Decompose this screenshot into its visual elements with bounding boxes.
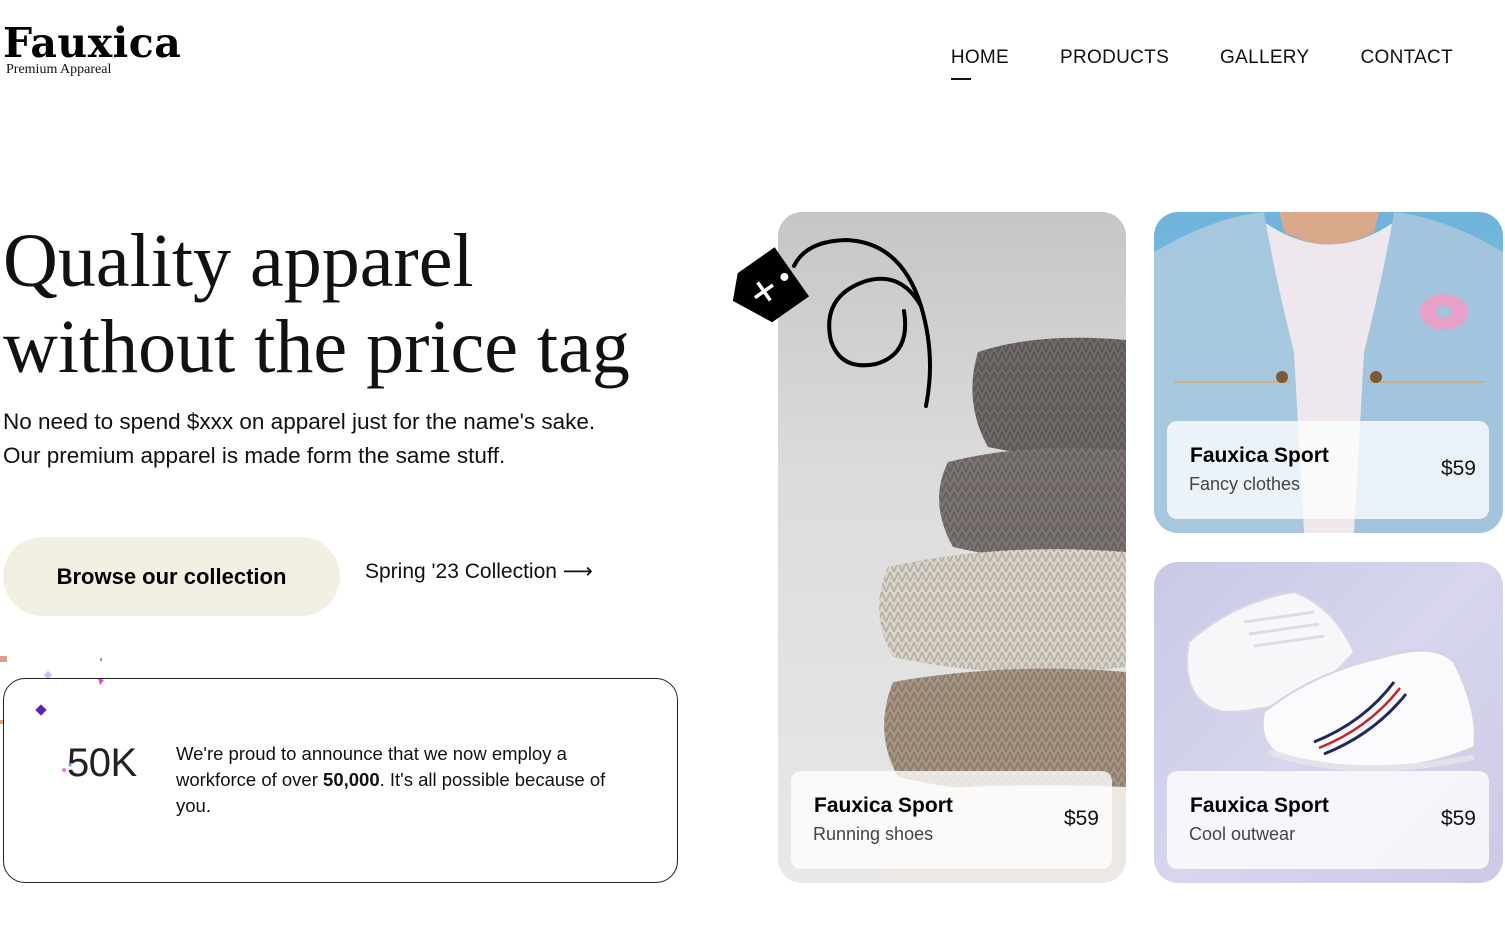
product-info-panel: Fauxica Sport Fancy clothes $59 [1167,421,1489,519]
nav-item-gallery[interactable]: GALLERY [1220,47,1309,69]
price-tag-icon [732,237,932,408]
product-card-cool-outwear[interactable]: Fauxica Sport Cool outwear $59 [1154,562,1503,883]
product-title: Fauxica Sport [1190,794,1329,817]
nav-item-products[interactable]: PRODUCTS [1060,47,1169,69]
product-title: Fauxica Sport [814,794,953,817]
nav-item-contact[interactable]: CONTACT [1360,47,1453,69]
spring-collection-link[interactable]: Spring '23 Collection ⟶ [365,559,593,584]
hero-title-line2: without the price tag [3,305,630,389]
product-price: $59 [1063,807,1099,830]
product-price: $59 [1440,807,1476,830]
main-nav: HOME PRODUCTS GALLERY CONTACT [950,47,1453,80]
product-info-panel: Fauxica Sport Cool outwear $59 [1167,771,1489,869]
product-subtitle: Cool outwear [1189,824,1296,844]
browse-collection-button[interactable]: Browse our collection [3,537,340,616]
hero-subtitle-line2: Our premium apparel is made form the sam… [3,443,506,468]
product-subtitle: Fancy clothes [1189,474,1301,494]
product-subtitle: Running shoes [813,824,934,844]
hero-subtitle-line1: No need to spend $xxx on apparel just fo… [3,409,596,434]
product-info-panel: Fauxica Sport Running shoes $59 [791,771,1112,869]
stat-text-bold: 50,000 [323,769,380,790]
workforce-stat-card: 50K We're proud to announce that we now … [3,678,678,883]
hero-subtitle: No need to spend $xxx on apparel just fo… [3,405,703,473]
hero-title-line1: Quality apparel [3,219,474,303]
product-price: $59 [1440,457,1476,480]
brand-logo[interactable]: Fauxica Premium Appareal [3,20,181,78]
brand-name: Fauxica [3,19,182,67]
product-card-fancy-clothes[interactable]: Fauxica Sport Fancy clothes $59 [1154,212,1503,533]
nav-item-home[interactable]: HOME [950,47,1009,80]
stat-number: 50K [67,741,137,785]
product-title: Fauxica Sport [1190,444,1329,467]
hero-title: Quality apparel without the price tag [3,218,703,390]
stat-text: We're proud to announce that we now empl… [176,741,626,819]
